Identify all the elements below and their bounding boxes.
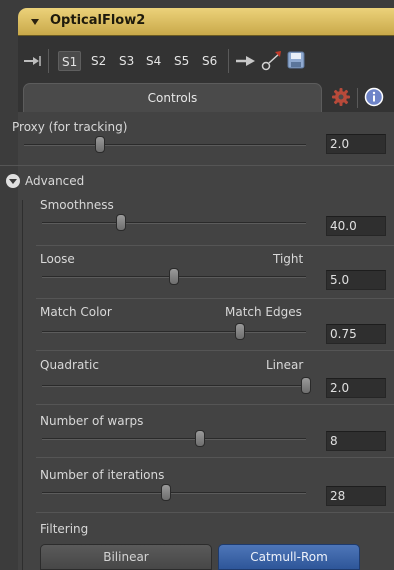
loose-label: Loose [40, 252, 75, 266]
proxy-slider-thumb[interactable] [95, 136, 106, 153]
info-icon[interactable] [363, 86, 385, 108]
slot-s5-button[interactable]: S5 [174, 51, 189, 71]
quadratic-linear-slider-track[interactable] [42, 385, 306, 387]
match-slider-thumb[interactable] [235, 323, 245, 340]
slot-s2-button[interactable]: S2 [91, 51, 106, 71]
node-title-bar[interactable]: OpticalFlow2 [18, 8, 394, 36]
node-title: OpticalFlow2 [50, 13, 146, 28]
slot-toolbar: S1 S2 S3 S4 S5 S6 [18, 36, 394, 78]
smoothness-value-field[interactable]: 40.0 [326, 216, 386, 236]
tab-row: Controls [18, 78, 394, 112]
linear-label: Linear [266, 358, 304, 372]
slot-s4-button[interactable]: S4 [146, 51, 161, 71]
pin-arrow-icon[interactable] [23, 55, 41, 67]
divider [36, 298, 394, 299]
advanced-group-line [22, 200, 23, 570]
iterations-slider-thumb[interactable] [161, 484, 172, 501]
proxy-slider-track[interactable] [24, 144, 306, 146]
loose-tight-value-field[interactable]: 5.0 [326, 270, 386, 290]
advanced-label: Advanced [25, 174, 85, 188]
quadratic-linear-value-field[interactable]: 2.0 [326, 378, 386, 398]
slot-s6-button[interactable]: S6 [202, 51, 217, 71]
divider [36, 245, 394, 246]
warps-slider-thumb[interactable] [195, 430, 206, 447]
quadratic-label: Quadratic [40, 358, 99, 372]
arrow-right-icon[interactable] [235, 54, 257, 68]
match-value-field[interactable]: 0.75 [326, 324, 386, 344]
divider [36, 404, 394, 405]
divider [36, 350, 394, 351]
filter-bilinear-button[interactable]: Bilinear [40, 544, 212, 570]
match-color-label: Match Color [40, 305, 112, 319]
slot-s3-button[interactable]: S3 [119, 51, 134, 71]
save-disk-icon[interactable] [287, 51, 305, 69]
toolbar-divider [228, 49, 229, 73]
divider [0, 165, 394, 166]
iterations-value-field[interactable]: 28 [326, 486, 386, 506]
warps-value-field[interactable]: 8 [326, 431, 386, 451]
controls-panel: Proxy (for tracking) 2.0 Advanced Smooth… [0, 112, 394, 570]
smoothness-slider-track[interactable] [42, 222, 306, 224]
match-edges-label: Match Edges [225, 305, 302, 319]
proxy-label: Proxy (for tracking) [12, 120, 128, 134]
smoothness-slider-thumb[interactable] [116, 214, 127, 231]
toolbar-divider [48, 49, 49, 73]
filtering-label: Filtering [40, 522, 89, 536]
match-slider-track[interactable] [42, 331, 306, 333]
quadratic-linear-slider-thumb[interactable] [301, 377, 311, 394]
filter-catmull-rom-button[interactable]: Catmull-Rom [218, 544, 360, 570]
divider [36, 512, 394, 513]
tab-controls[interactable]: Controls [23, 83, 322, 112]
loose-tight-slider-thumb[interactable] [169, 268, 179, 285]
gear-icon[interactable] [330, 86, 352, 108]
collapse-triangle-icon[interactable] [31, 19, 39, 25]
divider [36, 457, 394, 458]
slot-s1-button[interactable]: S1 [58, 51, 82, 71]
pick-icon[interactable] [261, 49, 283, 71]
advanced-expander-icon[interactable] [6, 174, 20, 188]
tab-divider [357, 88, 358, 108]
warps-label: Number of warps [40, 414, 144, 428]
tight-label: Tight [273, 252, 304, 266]
smoothness-label: Smoothness [40, 198, 114, 212]
iterations-label: Number of iterations [40, 468, 165, 482]
iterations-slider-track[interactable] [42, 492, 306, 494]
proxy-value-field[interactable]: 2.0 [326, 134, 386, 154]
warps-slider-track[interactable] [42, 438, 306, 440]
